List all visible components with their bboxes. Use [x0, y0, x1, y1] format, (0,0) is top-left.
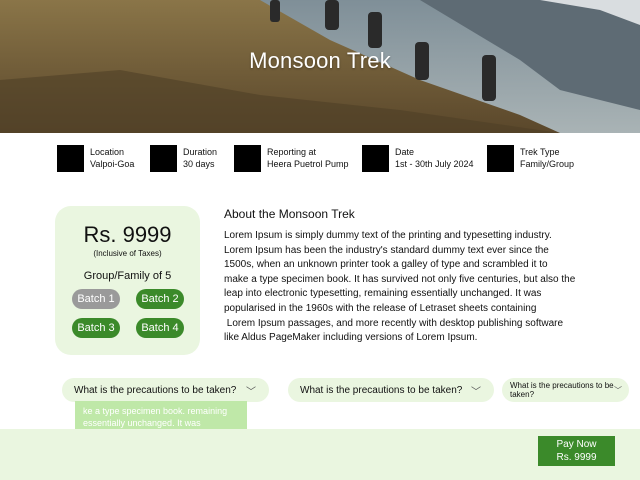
info-value: Family/Group: [520, 159, 575, 169]
info-trek-type: Trek Type Family/Group: [487, 144, 575, 172]
info-date: Date 1st - 30th July 2024: [362, 144, 474, 172]
batch-2-button[interactable]: Batch 2: [136, 289, 184, 309]
info-label: Location: [90, 147, 125, 157]
price-card: Rs. 9999 (Inclusive of Taxes) Group/Fami…: [55, 206, 200, 355]
batch-4-button[interactable]: Batch 4: [136, 318, 184, 338]
about-text: Lorem Ipsum is simply dummy text of the …: [224, 229, 608, 346]
about-line: Lorem Ipsum has been the industry's stan…: [224, 244, 549, 256]
batch-3-button[interactable]: Batch 3: [72, 318, 120, 338]
pay-now-label: Pay Now: [556, 439, 597, 450]
info-location: Location Valpoi-Goa: [57, 144, 135, 172]
group-icon: [487, 144, 514, 172]
faq-item-2[interactable]: What is the precautions to be taken? ﹀: [288, 378, 494, 402]
location-icon: [57, 144, 84, 172]
faq-item-3[interactable]: What is the precautions to be taken? ﹀: [502, 378, 629, 402]
group-size: Group/Family of 5: [83, 270, 172, 282]
info-reporting: Reporting at Heera Puetrol Pump: [234, 144, 349, 172]
batch-selector: Batch 1 Batch 2 Batch 3 Batch 4: [72, 289, 184, 338]
duration-icon: [150, 144, 177, 172]
chevron-down-icon: ﹀: [614, 385, 622, 395]
about-line: Lorem Ipsum is simply dummy text of the …: [224, 230, 552, 241]
info-value: Valpoi-Goa: [90, 159, 135, 169]
chevron-down-icon: ﹀: [246, 386, 256, 398]
calendar-icon: [362, 144, 389, 172]
pay-now-button[interactable]: Pay Now Rs. 9999: [538, 436, 615, 466]
reporting-icon: [234, 144, 261, 172]
info-label: Reporting at: [267, 147, 317, 157]
about-line: leap into electronic typesetting, remain…: [224, 288, 542, 300]
faq-question: What is the precautions to be taken?: [510, 381, 614, 399]
info-value: Heera Puetrol Pump: [267, 159, 349, 169]
about-title: About the Monsoon Trek: [224, 207, 355, 221]
faq-answer-line: ke a type specimen book. remaining: [83, 406, 228, 416]
faq-item-1[interactable]: What is the precautions to be taken? ﹀: [62, 378, 269, 402]
info-value: 30 days: [183, 159, 215, 169]
info-label: Trek Type: [520, 147, 560, 157]
tax-note: (Inclusive of Taxes): [93, 249, 162, 258]
info-label: Date: [395, 147, 415, 157]
pay-now-amount: Rs. 9999: [556, 452, 597, 463]
price: Rs. 9999: [83, 222, 172, 247]
about-line: 1500s, when an unknown printer took a ga…: [224, 259, 548, 271]
page-title: Monsoon Trek: [249, 48, 391, 73]
info-duration: Duration 30 days: [150, 144, 218, 172]
info-value: 1st - 30th July 2024: [395, 159, 474, 169]
faq-question: What is the precautions to be taken?: [74, 384, 237, 396]
hero-banner: Monsoon Trek: [0, 0, 640, 133]
about-line: like Aldus PageMaker including versions …: [224, 332, 478, 344]
faq-question: What is the precautions to be taken?: [300, 384, 463, 396]
faq-answer-line: essentially unchanged. It was: [83, 418, 201, 428]
batch-1-button[interactable]: Batch 1: [72, 289, 120, 309]
about-line: Lorem Ipsum passages, and more recently …: [224, 317, 564, 329]
faq-answer: ke a type specimen book. remaining essen…: [75, 401, 247, 429]
info-label: Duration: [183, 147, 218, 157]
chevron-down-icon: ﹀: [471, 386, 481, 398]
about-line: make a type specimen book. It has surviv…: [224, 273, 576, 285]
about-line: popularised in the 1960s with the releas…: [224, 302, 537, 314]
